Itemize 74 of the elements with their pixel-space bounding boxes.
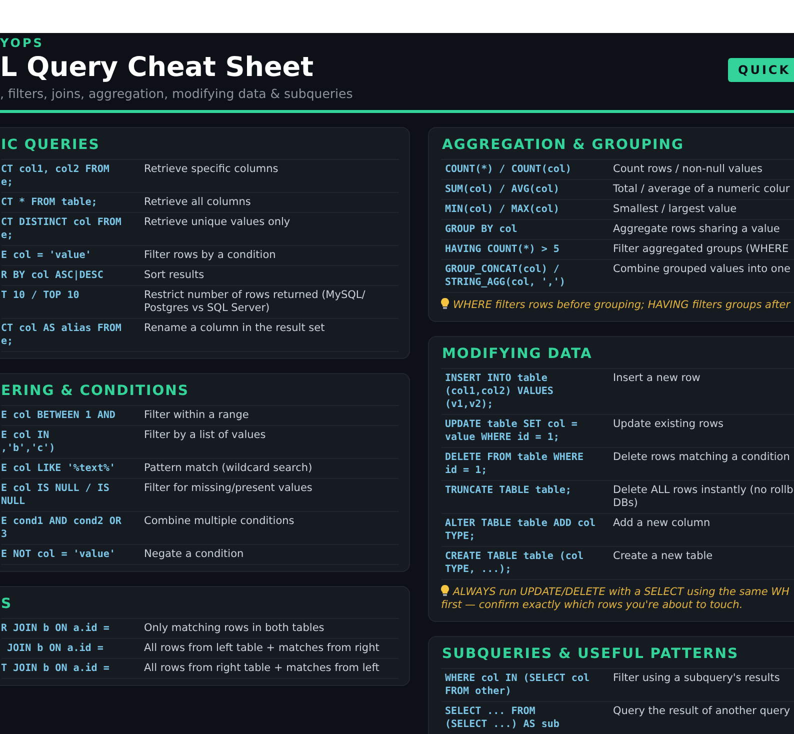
brand-name: YOPS [0, 36, 44, 50]
description: Filter for missing/present values [144, 482, 312, 496]
description: Filter aggregated groups (WHERE [613, 243, 789, 256]
description: Filter rows by a condition [144, 249, 276, 262]
description: Insert a new row [613, 372, 700, 386]
code-snippet: SELECT ... FROM (SELECT ...) AS sub [444, 705, 560, 731]
code-snippet: CREATE TABLE table (col TYPE, ...); [444, 550, 584, 576]
description: Aggregate rows sharing a value [613, 223, 780, 236]
description: Combine multiple conditions [144, 515, 294, 529]
code-snippet: TRUNCATE TABLE table; [444, 484, 572, 498]
description: Rename a column in the result set [144, 322, 325, 336]
code-snippet: MIN(col) / MAX(col) [444, 203, 560, 216]
code-snippet: CT * FROM table; [1, 196, 98, 209]
code-snippet: E col IS NULL / IS NULL [1, 482, 110, 508]
lightbulb-icon [441, 585, 449, 596]
code-snippet: INSERT INTO table (col1,col2) VALUES (v1,v2); [444, 372, 554, 411]
description: Delete rows matching a condition [613, 451, 790, 465]
section-title: IC QUERIES [1, 128, 399, 160]
description: Create a new table [613, 550, 713, 564]
section-title: MODIFYING DATA [441, 337, 794, 369]
section-title: AGGREGATION & GROUPING [441, 128, 794, 160]
description: Filter using a subquery's results [613, 672, 780, 686]
code-snippet: SUM(col) / AVG(col) [444, 183, 560, 196]
description: All rows from right table + matches from left [144, 662, 380, 675]
code-snippet: COUNT(*) / COUNT(col) [444, 163, 572, 176]
code-snippet: E col = 'value' [1, 249, 92, 262]
code-snippet: DELETE FROM table WHERE id = 1; [444, 451, 584, 477]
description: Total / average of a numeric colur [613, 183, 790, 196]
description: Retrieve all columns [144, 196, 251, 209]
lightbulb-icon [441, 298, 449, 309]
description: Restrict number of rows returned (MySQL/ Postgres vs SQL Server) [144, 289, 366, 315]
section-title: S [1, 587, 399, 619]
description: Smallest / largest value [613, 203, 737, 216]
code-snippet: R JOIN b ON a.id = [1, 622, 110, 635]
code-snippet: CT col AS alias FROM e; [1, 322, 122, 348]
page-subtitle: , filters, joins, aggregation, modifying data & subqueries [0, 86, 353, 102]
description: Combine grouped values into one [613, 263, 790, 277]
code-snippet: GROUP BY col [444, 223, 518, 236]
description: Retrieve unique values only [144, 216, 290, 230]
code-snippet: HAVING COUNT(*) > 5 [444, 243, 560, 256]
description: Filter within a range [144, 409, 249, 422]
code-snippet: E cond1 AND cond2 OR 3 [1, 515, 122, 541]
description: Negate a condition [144, 548, 244, 561]
code-snippet: E NOT col = 'value' [1, 548, 116, 561]
code-snippet: CT DISTINCT col FROM e; [1, 216, 122, 242]
code-snippet: E col IN ,'b','c') [1, 429, 56, 455]
description: Delete ALL rows instantly (no rollb DBs) [613, 484, 794, 510]
code-snippet: JOIN b ON a.id = [6, 642, 104, 655]
description: Pattern match (wildcard search) [144, 462, 312, 475]
description: Sort results [144, 269, 204, 282]
code-snippet: T JOIN b ON a.id = [1, 662, 110, 675]
code-snippet: WHERE col IN (SELECT col FROM other) [444, 672, 590, 698]
page-title: L Query Cheat Sheet [0, 51, 314, 85]
tip-note: ALWAYS run UPDATE/DELETE with a SELECT using the same WH first — confirm exactly which rows you're about to touch. [441, 584, 790, 613]
code-snippet: CT col1, col2 FROM e; [1, 163, 110, 189]
code-snippet: ALTER TABLE table ADD col TYPE; [444, 517, 597, 543]
description: Update existing rows [613, 418, 724, 432]
badge: QUICK [728, 58, 794, 82]
code-snippet: E col LIKE '%text%' [1, 462, 116, 475]
code-snippet: UPDATE table SET col = value WHERE id = 1; [444, 418, 578, 444]
section-title: SUBQUERIES & USEFUL PATTERNS [441, 637, 794, 669]
description: All rows from left table + matches from right [144, 642, 380, 655]
description: Query the result of another query [613, 705, 790, 719]
description: Add a new column [613, 517, 710, 531]
tip-note: WHERE filters rows before grouping; HAVING filters groups after [441, 293, 794, 315]
description: Filter by a list of values [144, 429, 266, 443]
code-snippet: GROUP_CONCAT(col) / STRING_AGG(col, ',') [444, 263, 566, 289]
section-title: ERING & CONDITIONS [1, 374, 399, 406]
code-snippet: E col BETWEEN 1 AND [1, 409, 116, 422]
description: Count rows / non-null values [613, 163, 762, 176]
code-snippet: T 10 / TOP 10 [1, 289, 80, 303]
code-snippet: R BY col ASC|DESC [1, 269, 104, 282]
description: Retrieve specific columns [144, 163, 278, 177]
description: Only matching rows in both tables [144, 622, 324, 635]
